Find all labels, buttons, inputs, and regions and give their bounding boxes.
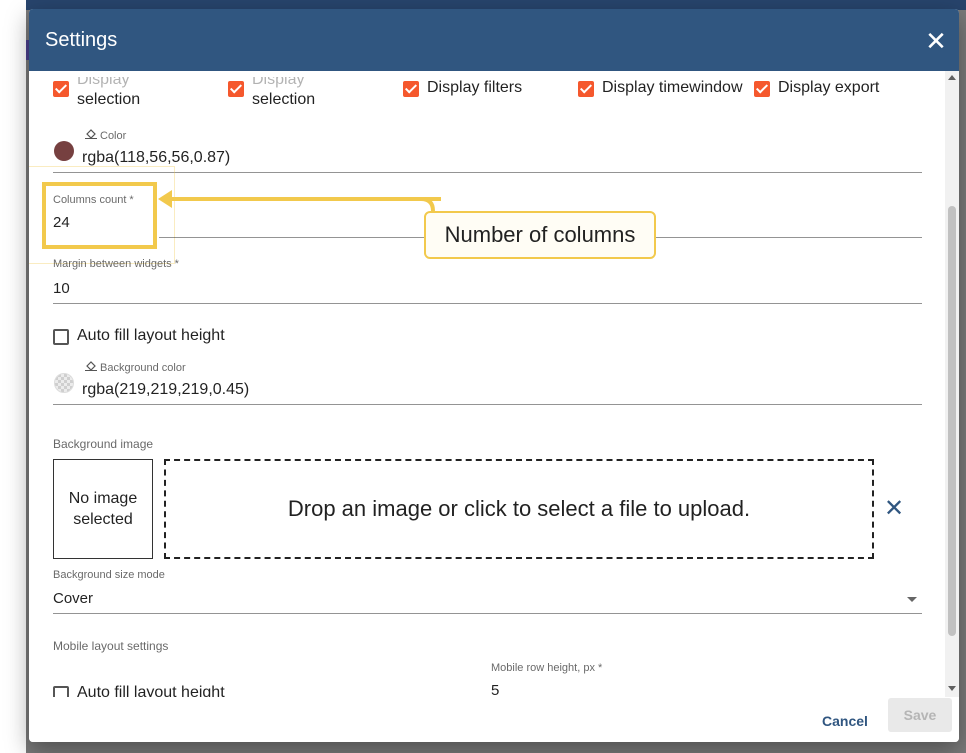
image-drop-zone[interactable]: Drop an image or click to select a file … bbox=[164, 459, 874, 559]
no-image-line1: No image bbox=[68, 490, 138, 507]
color-value[interactable]: rgba(118,56,56,0.87) bbox=[82, 149, 230, 167]
background-size-select[interactable]: Cover bbox=[53, 590, 93, 607]
background-color-value[interactable]: rgba(219,219,219,0.45) bbox=[82, 381, 249, 399]
background-size-underline bbox=[53, 613, 922, 614]
checkbox-label-line2: selection bbox=[77, 91, 141, 108]
chevron-down-icon[interactable] bbox=[907, 597, 917, 602]
number-of-columns-callout: Number of columns bbox=[424, 211, 656, 259]
mobile-auto-fill-checkbox[interactable] bbox=[53, 686, 69, 697]
dialog-footer: Cancel Save bbox=[29, 697, 959, 742]
background-color-underline bbox=[53, 404, 922, 405]
display-timewindow-label: Display timewindow bbox=[602, 79, 743, 96]
display-export-label: Display export bbox=[778, 79, 880, 96]
auto-fill-label: Auto fill layout height bbox=[77, 327, 225, 344]
color-field-underline bbox=[53, 172, 922, 173]
page-background bbox=[0, 0, 26, 753]
margin-field-label: Margin between widgets * bbox=[53, 258, 179, 270]
display-selection-checkbox-2[interactable] bbox=[228, 81, 244, 97]
mobile-row-height-label: Mobile row height, px * bbox=[491, 662, 603, 674]
no-image-line2: selected bbox=[73, 511, 133, 528]
settings-dialog: Settings ✕ Display selection Display sel… bbox=[29, 9, 959, 742]
mobile-row-height-input[interactable]: 5 bbox=[491, 682, 499, 697]
image-preview: No image selected bbox=[53, 459, 153, 559]
columns-count-label: Columns count * bbox=[53, 194, 134, 206]
save-button[interactable]: Save bbox=[888, 698, 952, 732]
columns-count-input[interactable]: 24 bbox=[53, 214, 70, 231]
callout-arrow bbox=[158, 190, 441, 208]
dialog-header: Settings ✕ bbox=[29, 9, 959, 71]
clear-image-icon[interactable]: ✕ bbox=[884, 497, 904, 521]
callout-arrow-bend bbox=[421, 197, 435, 215]
background-image-label: Background image bbox=[53, 437, 154, 451]
display-filters-checkbox[interactable] bbox=[403, 81, 419, 97]
content-scrollbar[interactable] bbox=[945, 71, 959, 697]
scroll-thumb[interactable] bbox=[948, 206, 956, 636]
checkbox-label-line2: selection bbox=[252, 91, 316, 108]
display-export-checkbox[interactable] bbox=[754, 81, 770, 97]
mobile-layout-label: Mobile layout settings bbox=[53, 639, 169, 653]
auto-fill-checkbox[interactable] bbox=[53, 329, 69, 345]
paint-bucket-icon bbox=[85, 361, 97, 371]
display-selection-checkbox-1[interactable] bbox=[53, 81, 69, 97]
color-swatch[interactable] bbox=[54, 141, 74, 161]
mobile-auto-fill-label: Auto fill layout height bbox=[77, 684, 225, 697]
dialog-content[interactable]: Display selection Display selection Disp… bbox=[29, 71, 945, 697]
background-color-swatch[interactable] bbox=[54, 373, 74, 393]
close-icon[interactable]: ✕ bbox=[921, 27, 951, 57]
background-size-label: Background size mode bbox=[53, 569, 165, 581]
checkbox-label-line1: Display bbox=[77, 71, 130, 88]
display-timewindow-checkbox[interactable] bbox=[578, 81, 594, 97]
display-filters-label: Display filters bbox=[427, 79, 523, 96]
background-color-label: Background color bbox=[100, 362, 186, 374]
margin-input[interactable]: 10 bbox=[53, 280, 70, 297]
paint-bucket-icon bbox=[85, 129, 97, 139]
dialog-title: Settings bbox=[45, 29, 118, 51]
cancel-button[interactable]: Cancel bbox=[809, 705, 881, 737]
checkbox-label-line1: Display bbox=[252, 71, 305, 88]
scroll-up-icon[interactable] bbox=[948, 75, 956, 80]
margin-underline bbox=[53, 303, 922, 304]
scroll-down-icon[interactable] bbox=[948, 686, 956, 691]
color-field-label: Color bbox=[100, 130, 127, 142]
